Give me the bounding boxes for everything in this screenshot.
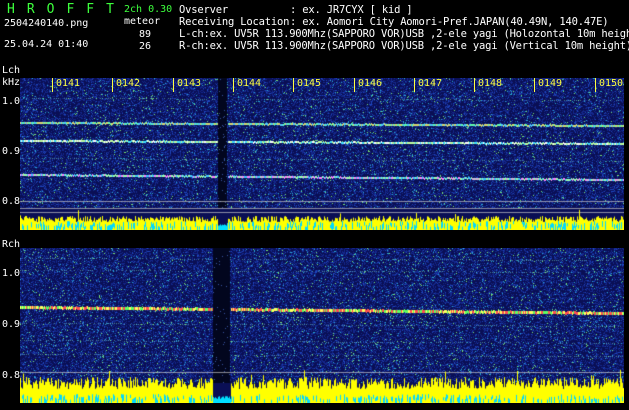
observer-value: : ex. JR7CYX [ kid ] bbox=[290, 4, 413, 16]
observer-label: Ovserver bbox=[179, 4, 228, 16]
time-tick-mark bbox=[112, 78, 113, 92]
lch-description: L-ch:ex. UV5R 113.900Mhz(SAPPORO VOR)USB… bbox=[179, 28, 629, 40]
time-tick-mark bbox=[354, 78, 355, 92]
lch-meteor-count: 89 bbox=[139, 29, 152, 40]
lch-ytick-1: 1.0 bbox=[2, 96, 21, 107]
time-tick-mark bbox=[595, 78, 596, 92]
rch-ytick-1: 1.0 bbox=[2, 268, 21, 279]
filename-label: 2504240140.png bbox=[4, 18, 89, 29]
time-tick-0147: 0147 bbox=[418, 78, 443, 89]
time-tick-0145: 0145 bbox=[297, 78, 322, 89]
time-tick-mark bbox=[52, 78, 53, 92]
lch-spectrogram bbox=[20, 78, 624, 230]
location-label: Receiving Location bbox=[179, 16, 290, 28]
rch-label: Rch bbox=[2, 239, 21, 250]
rch-meteor-count: 26 bbox=[139, 41, 152, 52]
time-tick-0142: 0142 bbox=[116, 78, 141, 89]
time-tick-mark bbox=[534, 78, 535, 92]
time-tick-mark bbox=[293, 78, 294, 92]
rch-spectrogram bbox=[20, 248, 624, 403]
time-tick-0149: 0149 bbox=[538, 78, 563, 89]
lch-label: Lch bbox=[2, 65, 21, 76]
time-tick-0150: 0150 bbox=[599, 78, 624, 89]
time-tick-mark bbox=[233, 78, 234, 92]
time-tick-mark bbox=[474, 78, 475, 92]
datetime-label: 25.04.24 01:40 bbox=[4, 39, 89, 50]
time-tick-0141: 0141 bbox=[56, 78, 81, 89]
meteor-label: meteor bbox=[124, 16, 161, 27]
version-label: 2ch 0.30 bbox=[124, 4, 173, 15]
time-tick-0143: 0143 bbox=[177, 78, 202, 89]
rch-description: R-ch:ex. UV5R 113.900Mhz(SAPPORO VOR)USB… bbox=[179, 40, 629, 52]
time-tick-mark bbox=[173, 78, 174, 92]
location-value: : ex. Aomori City Aomori-Pref.JAPAN(40.4… bbox=[290, 16, 609, 28]
lch-ytick-2: 0.9 bbox=[2, 146, 21, 157]
time-tick-mark bbox=[414, 78, 415, 92]
rch-ytick-3: 0.8 bbox=[2, 370, 21, 381]
app-logo: HROFFT bbox=[7, 2, 126, 17]
lch-ytick-3: 0.8 bbox=[2, 196, 21, 207]
rch-ytick-2: 0.9 bbox=[2, 319, 21, 330]
time-tick-0148: 0148 bbox=[478, 78, 503, 89]
time-tick-0146: 0146 bbox=[358, 78, 383, 89]
lch-unit-label: kHz bbox=[2, 77, 21, 88]
time-tick-0144: 0144 bbox=[237, 78, 262, 89]
